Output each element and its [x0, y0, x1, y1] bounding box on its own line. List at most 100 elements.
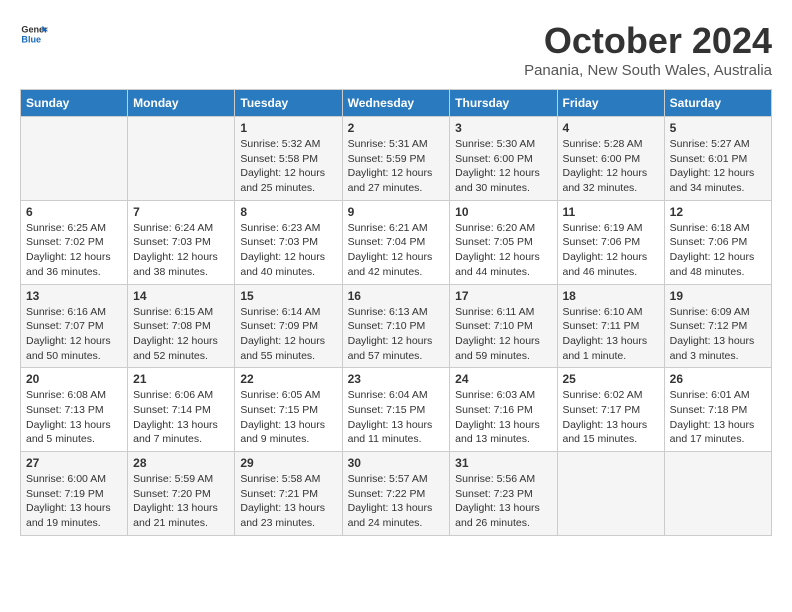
calendar-cell: 4 Sunrise: 5:28 AM Sunset: 6:00 PM Daylig… — [557, 117, 664, 201]
day-number: 21 — [133, 372, 229, 386]
week-row-1: 1 Sunrise: 5:32 AM Sunset: 5:58 PM Daylig… — [21, 117, 772, 201]
calendar-table: SundayMondayTuesdayWednesdayThursdayFrid… — [20, 89, 772, 536]
day-info: Sunrise: 5:30 AM Sunset: 6:00 PM Dayligh… — [455, 137, 551, 196]
calendar-cell: 8Sunrise: 6:23 AM Sunset: 7:03 PM Daylig… — [235, 200, 342, 284]
day-number: 17 — [455, 289, 551, 303]
calendar-cell: 16 Sunrise: 6:13 AM Sunset: 7:10 PM Dayli… — [342, 284, 450, 368]
day-number: 3 — [455, 121, 551, 135]
day-info: Sunrise: 6:05 AM Sunset: 7:15 PM Dayligh… — [240, 388, 336, 447]
day-number: 19 — [670, 289, 766, 303]
day-info: Sunrise: 5:59 AM Sunset: 7:20 PM Dayligh… — [133, 472, 229, 531]
day-info: Sunrise: 6:18 AM Sunset: 7:06 PM Dayligh… — [670, 221, 766, 280]
day-number: 28 — [133, 456, 229, 470]
day-info: Sunrise: 6:19 AM Sunset: 7:06 PM Dayligh… — [563, 221, 659, 280]
day-info: Sunrise: 6:21 AM Sunset: 7:04 PM Dayligh… — [348, 221, 445, 280]
header-tuesday: Tuesday — [235, 90, 342, 117]
day-number: 31 — [455, 456, 551, 470]
calendar-cell — [664, 452, 771, 536]
calendar-cell: 21 Sunrise: 6:06 AM Sunset: 7:14 PM Dayli… — [128, 368, 235, 452]
day-number: 2 — [348, 121, 445, 135]
day-number: 30 — [348, 456, 445, 470]
day-number: 15 — [240, 289, 336, 303]
header-friday: Friday — [557, 90, 664, 117]
day-number: 7 — [133, 205, 229, 219]
calendar-cell: 14Sunrise: 6:15 AM Sunset: 7:08 PM Dayli… — [128, 284, 235, 368]
week-row-3: 13 Sunrise: 6:16 AM Sunset: 7:07 PM Dayli… — [21, 284, 772, 368]
day-number: 29 — [240, 456, 336, 470]
week-row-2: 6Sunrise: 6:25 AM Sunset: 7:02 PM Daylig… — [21, 200, 772, 284]
calendar-cell: 17Sunrise: 6:11 AM Sunset: 7:10 PM Dayli… — [450, 284, 557, 368]
day-number: 26 — [670, 372, 766, 386]
day-info: Sunrise: 6:04 AM Sunset: 7:15 PM Dayligh… — [348, 388, 445, 447]
calendar-cell: 3 Sunrise: 5:30 AM Sunset: 6:00 PM Daylig… — [450, 117, 557, 201]
header-saturday: Saturday — [664, 90, 771, 117]
day-info: Sunrise: 6:16 AM Sunset: 7:07 PM Dayligh… — [26, 305, 122, 364]
day-number: 25 — [563, 372, 659, 386]
day-number: 24 — [455, 372, 551, 386]
calendar-cell: 29 Sunrise: 5:58 AM Sunset: 7:21 PM Dayli… — [235, 452, 342, 536]
calendar-cell: 9 Sunrise: 6:21 AM Sunset: 7:04 PM Daylig… — [342, 200, 450, 284]
day-number: 9 — [348, 205, 445, 219]
calendar-cell: 5Sunrise: 5:27 AM Sunset: 6:01 PM Daylig… — [664, 117, 771, 201]
day-number: 1 — [240, 121, 336, 135]
day-number: 12 — [670, 205, 766, 219]
day-info: Sunrise: 6:00 AM Sunset: 7:19 PM Dayligh… — [26, 472, 122, 531]
calendar-cell: 28 Sunrise: 5:59 AM Sunset: 7:20 PM Dayli… — [128, 452, 235, 536]
calendar-cell: 27Sunrise: 6:00 AM Sunset: 7:19 PM Dayli… — [21, 452, 128, 536]
week-row-5: 27Sunrise: 6:00 AM Sunset: 7:19 PM Dayli… — [21, 452, 772, 536]
day-info: Sunrise: 6:08 AM Sunset: 7:13 PM Dayligh… — [26, 388, 122, 447]
day-info: Sunrise: 5:58 AM Sunset: 7:21 PM Dayligh… — [240, 472, 336, 531]
day-info: Sunrise: 5:31 AM Sunset: 5:59 PM Dayligh… — [348, 137, 445, 196]
day-info: Sunrise: 6:20 AM Sunset: 7:05 PM Dayligh… — [455, 221, 551, 280]
day-info: Sunrise: 5:32 AM Sunset: 5:58 PM Dayligh… — [240, 137, 336, 196]
header-sunday: Sunday — [21, 90, 128, 117]
day-info: Sunrise: 6:03 AM Sunset: 7:16 PM Dayligh… — [455, 388, 551, 447]
day-info: Sunrise: 6:25 AM Sunset: 7:02 PM Dayligh… — [26, 221, 122, 280]
calendar-cell: 1 Sunrise: 5:32 AM Sunset: 5:58 PM Daylig… — [235, 117, 342, 201]
calendar-cell: 2 Sunrise: 5:31 AM Sunset: 5:59 PM Daylig… — [342, 117, 450, 201]
day-number: 13 — [26, 289, 122, 303]
day-info: Sunrise: 5:28 AM Sunset: 6:00 PM Dayligh… — [563, 137, 659, 196]
day-info: Sunrise: 6:13 AM Sunset: 7:10 PM Dayligh… — [348, 305, 445, 364]
calendar-cell: 10 Sunrise: 6:20 AM Sunset: 7:05 PM Dayli… — [450, 200, 557, 284]
day-number: 18 — [563, 289, 659, 303]
day-info: Sunrise: 6:24 AM Sunset: 7:03 PM Dayligh… — [133, 221, 229, 280]
day-info: Sunrise: 6:01 AM Sunset: 7:18 PM Dayligh… — [670, 388, 766, 447]
day-number: 10 — [455, 205, 551, 219]
day-info: Sunrise: 6:23 AM Sunset: 7:03 PM Dayligh… — [240, 221, 336, 280]
calendar-cell: 23 Sunrise: 6:04 AM Sunset: 7:15 PM Dayli… — [342, 368, 450, 452]
calendar-cell: 22Sunrise: 6:05 AM Sunset: 7:15 PM Dayli… — [235, 368, 342, 452]
calendar-cell: 7 Sunrise: 6:24 AM Sunset: 7:03 PM Daylig… — [128, 200, 235, 284]
header-row: SundayMondayTuesdayWednesdayThursdayFrid… — [21, 90, 772, 117]
day-number: 20 — [26, 372, 122, 386]
page-header: General Blue October 2024 Panania, New S… — [20, 20, 772, 79]
day-info: Sunrise: 6:02 AM Sunset: 7:17 PM Dayligh… — [563, 388, 659, 447]
calendar-cell: 20 Sunrise: 6:08 AM Sunset: 7:13 PM Dayli… — [21, 368, 128, 452]
day-number: 4 — [563, 121, 659, 135]
calendar-cell: 13 Sunrise: 6:16 AM Sunset: 7:07 PM Dayli… — [21, 284, 128, 368]
day-info: Sunrise: 5:56 AM Sunset: 7:23 PM Dayligh… — [455, 472, 551, 531]
day-number: 16 — [348, 289, 445, 303]
logo: General Blue — [20, 20, 48, 48]
day-number: 23 — [348, 372, 445, 386]
logo-icon: General Blue — [20, 20, 48, 48]
day-info: Sunrise: 6:06 AM Sunset: 7:14 PM Dayligh… — [133, 388, 229, 447]
header-wednesday: Wednesday — [342, 90, 450, 117]
calendar-cell: 18Sunrise: 6:10 AM Sunset: 7:11 PM Dayli… — [557, 284, 664, 368]
day-info: Sunrise: 5:27 AM Sunset: 6:01 PM Dayligh… — [670, 137, 766, 196]
calendar-cell — [128, 117, 235, 201]
day-info: Sunrise: 6:14 AM Sunset: 7:09 PM Dayligh… — [240, 305, 336, 364]
day-number: 11 — [563, 205, 659, 219]
header-thursday: Thursday — [450, 90, 557, 117]
calendar-cell: 24 Sunrise: 6:03 AM Sunset: 7:16 PM Dayli… — [450, 368, 557, 452]
month-title: October 2024 — [524, 20, 772, 62]
calendar-cell: 31 Sunrise: 5:56 AM Sunset: 7:23 PM Dayli… — [450, 452, 557, 536]
calendar-cell: 25 Sunrise: 6:02 AM Sunset: 7:17 PM Dayli… — [557, 368, 664, 452]
calendar-cell: 6Sunrise: 6:25 AM Sunset: 7:02 PM Daylig… — [21, 200, 128, 284]
title-section: October 2024 Panania, New South Wales, A… — [524, 20, 772, 79]
day-info: Sunrise: 6:15 AM Sunset: 7:08 PM Dayligh… — [133, 305, 229, 364]
calendar-cell: 19Sunrise: 6:09 AM Sunset: 7:12 PM Dayli… — [664, 284, 771, 368]
location-title: Panania, New South Wales, Australia — [524, 62, 772, 79]
calendar-cell — [557, 452, 664, 536]
calendar-cell: 11 Sunrise: 6:19 AM Sunset: 7:06 PM Dayli… — [557, 200, 664, 284]
